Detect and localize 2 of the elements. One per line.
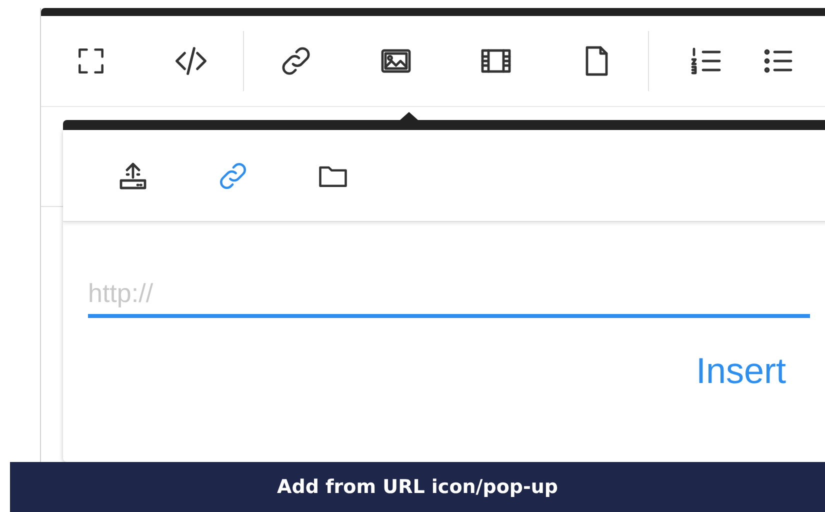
caption-text: Add from URL icon/pop-up — [277, 474, 558, 500]
insert-button[interactable]: Insert — [694, 344, 788, 398]
